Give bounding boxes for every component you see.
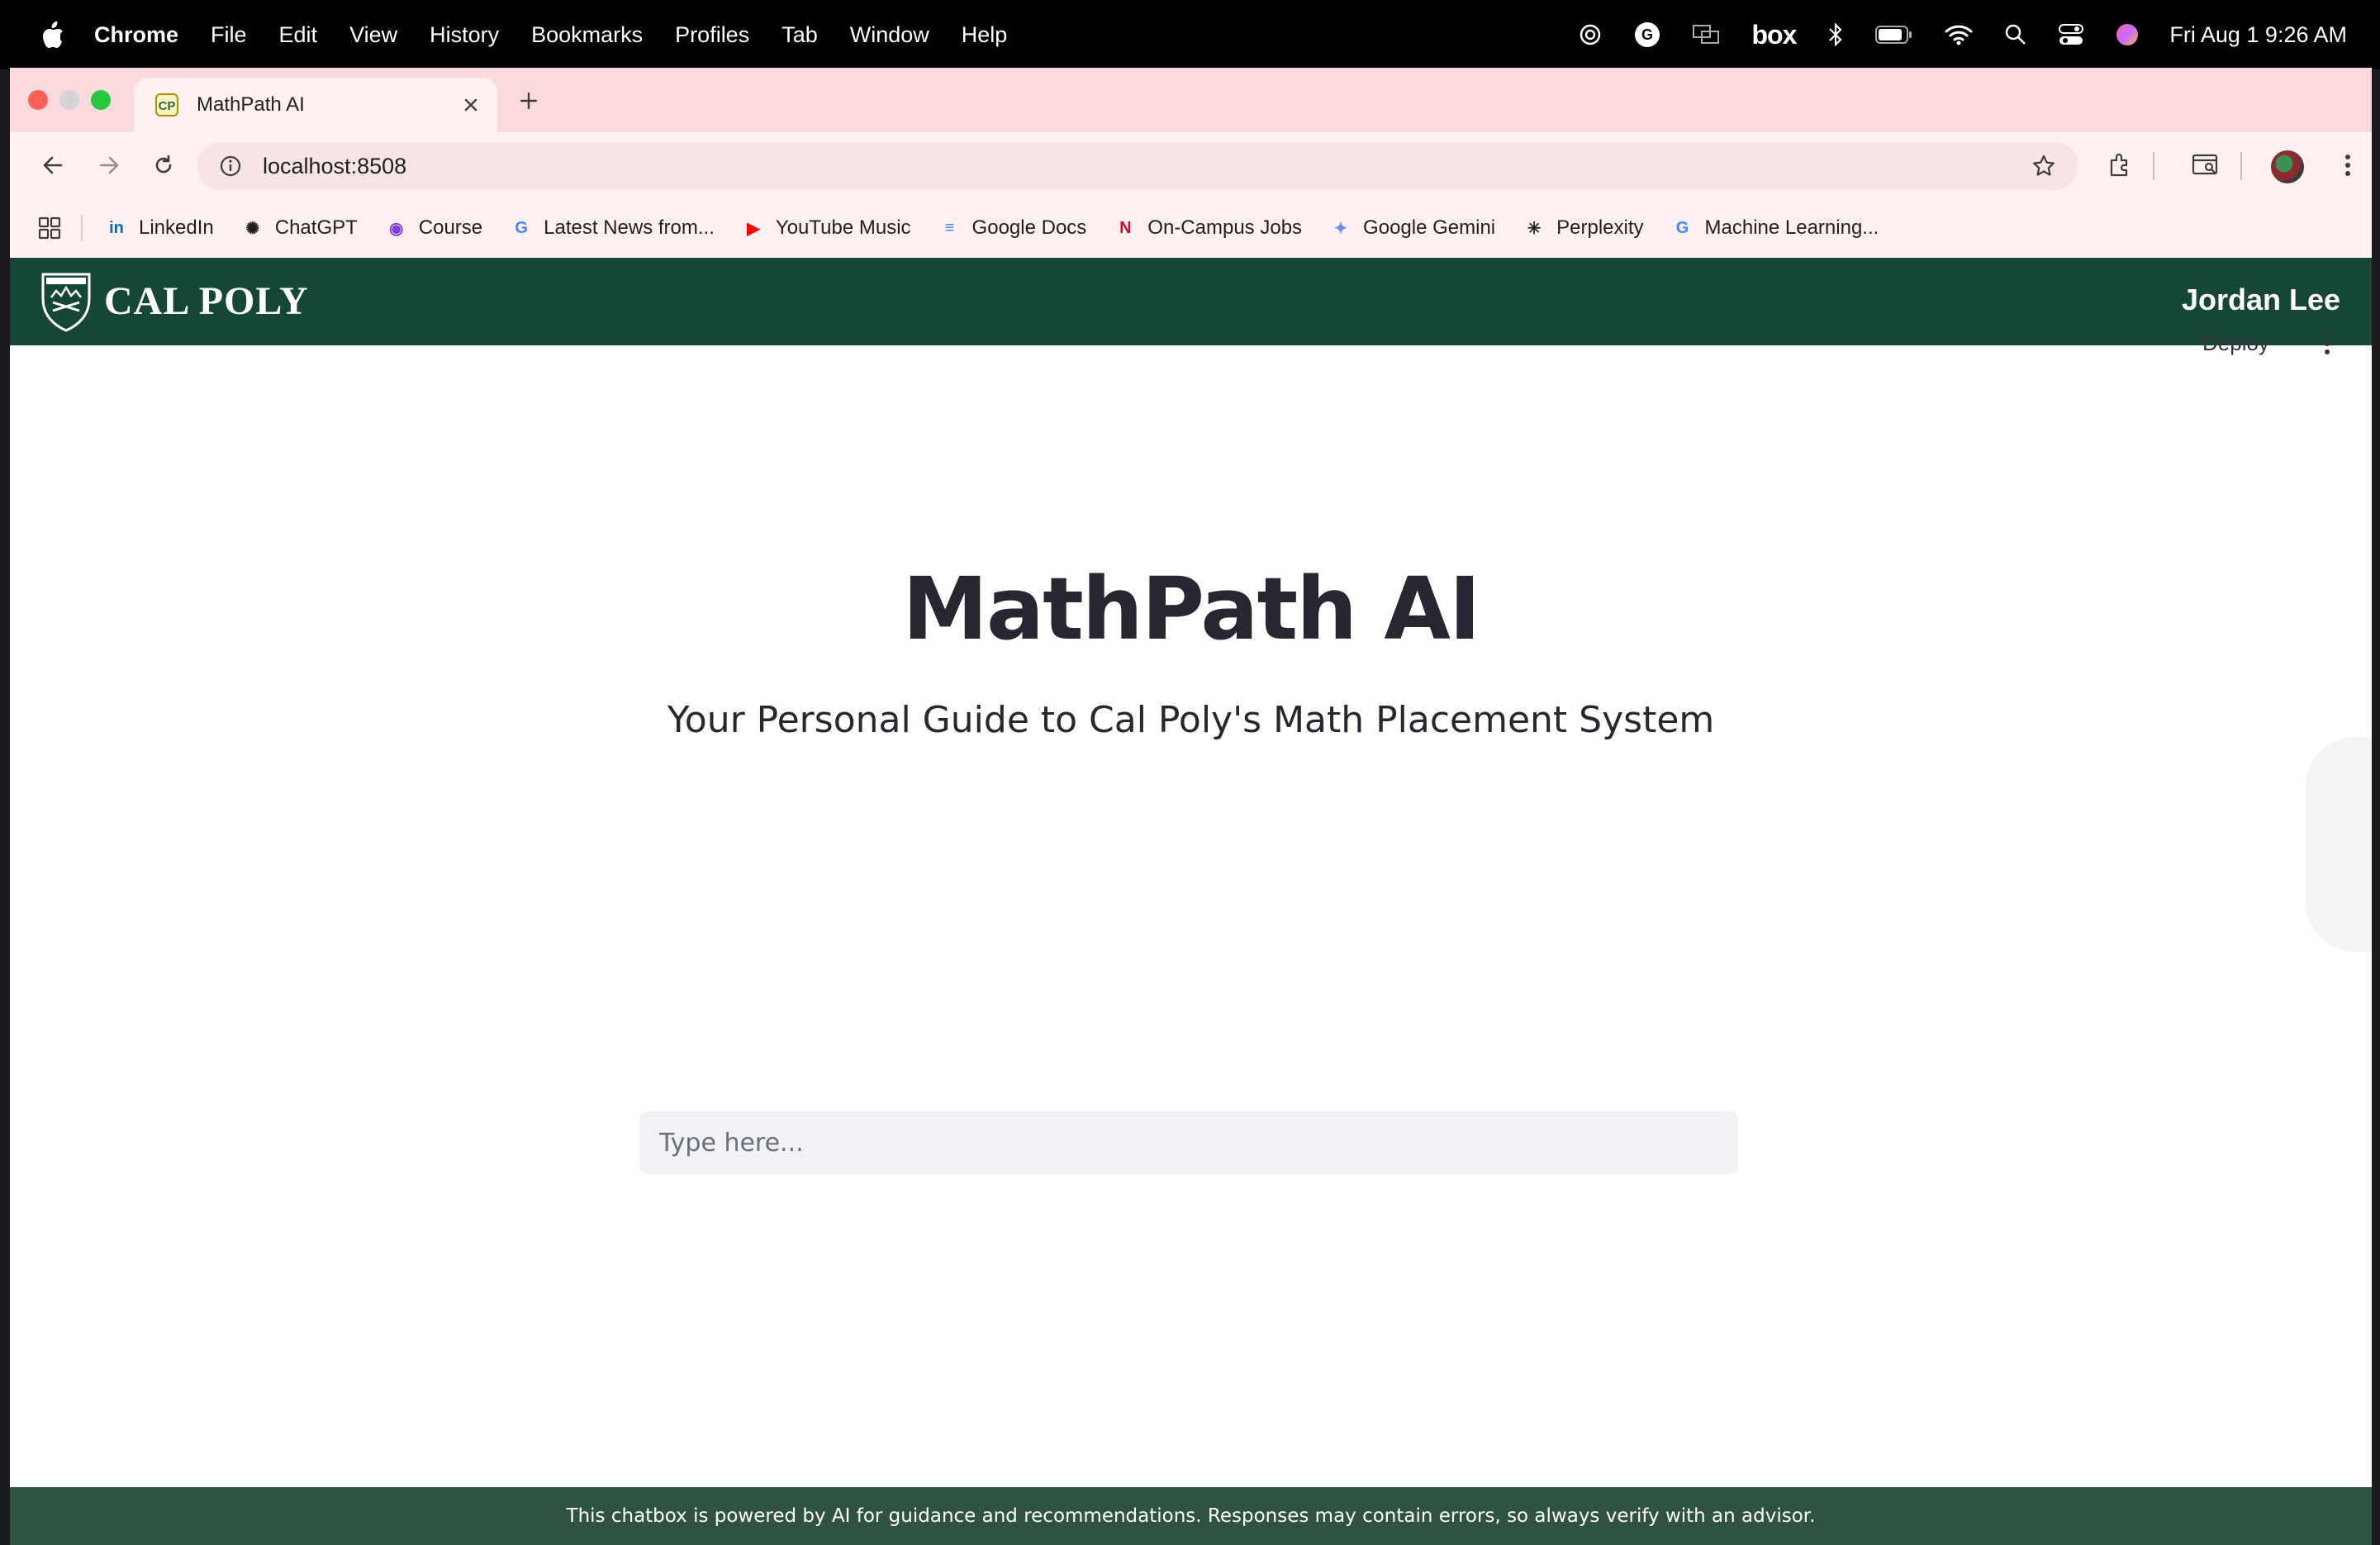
disclaimer-footer: This chatbox is powered by AI for guidan… <box>10 1487 2372 1545</box>
zoom-window-button[interactable] <box>91 90 111 110</box>
site-header: CAL POLY Jordan Lee <box>10 258 2372 345</box>
menu-window[interactable]: Window <box>850 22 929 48</box>
bookmark-item[interactable]: ✺ ChatGPT <box>240 216 358 240</box>
chatgpt-status-icon[interactable] <box>1578 0 1603 69</box>
tab-strip: CP MathPath AI <box>10 68 2372 132</box>
menu-history[interactable]: History <box>430 22 499 48</box>
profile-avatar[interactable] <box>2271 150 2304 183</box>
course-icon: ◉ <box>389 219 404 238</box>
back-icon[interactable] <box>36 149 69 182</box>
page-title: MathPath AI <box>902 559 1480 659</box>
app-menu-icon[interactable] <box>2315 327 2340 360</box>
bookmark-label: LinkedIn <box>139 216 214 239</box>
bookmark-item[interactable]: ✦ Google Gemini <box>1328 216 1495 240</box>
browser-toolbar: localhost:8508 <box>10 132 2372 198</box>
page-content: CAL POLY Jordan Lee Deploy MathPath AI Y… <box>10 258 2372 1545</box>
bookmark-star-icon[interactable] <box>2027 150 2060 183</box>
perplexity-icon: ✳ <box>1527 219 1542 238</box>
status-area: G box Fri Aug 1 9:26 AM <box>1546 0 2347 69</box>
close-window-button[interactable] <box>28 90 48 110</box>
macos-menu-bar: Chrome File Edit View History Bookmarks … <box>0 0 2380 69</box>
menu-file[interactable]: File <box>211 22 247 48</box>
spotlight-search-icon[interactable] <box>2004 0 2027 69</box>
menu-profiles[interactable]: Profiles <box>675 22 749 48</box>
bookmark-item[interactable]: ◉ Course <box>384 216 482 240</box>
grammarly-icon[interactable]: G <box>1634 0 1660 69</box>
handshake-icon: N <box>1119 218 1132 237</box>
chat-input[interactable] <box>639 1111 1738 1174</box>
apps-grid-icon[interactable] <box>36 215 63 241</box>
user-name[interactable]: Jordan Lee <box>2182 283 2340 317</box>
box-icon[interactable]: box <box>1751 0 1797 69</box>
battery-icon[interactable] <box>1875 0 1913 69</box>
bookmark-label: Google Gemini <box>1363 216 1496 239</box>
cal-poly-logo[interactable]: CAL POLY <box>40 269 309 332</box>
bookmarks-bar: in LinkedIn ✺ ChatGPT ◉ Course G Latest News fr… <box>10 198 2372 258</box>
bookmark-label: Perplexity <box>1556 216 1644 239</box>
forward-icon[interactable] <box>93 149 126 182</box>
google-docs-icon: ≡ <box>944 218 955 237</box>
screen-mirroring-icon[interactable] <box>1692 0 1720 69</box>
bookmarks-separator <box>81 215 83 241</box>
menu-edit[interactable]: Edit <box>279 22 318 48</box>
control-center-icon[interactable] <box>2059 0 2084 69</box>
bookmark-item[interactable]: G Latest News from... <box>509 216 715 240</box>
close-tab-icon[interactable] <box>456 90 486 120</box>
wifi-icon[interactable] <box>1945 0 1973 69</box>
bookmark-item[interactable]: ≡ Google Docs <box>938 216 1087 240</box>
bluetooth-icon[interactable] <box>1827 0 1844 69</box>
page-subtitle: Your Personal Guide to Cal Poly's Math P… <box>667 699 1715 741</box>
bookmark-label: YouTube Music <box>775 216 911 239</box>
menu-bookmarks[interactable]: Bookmarks <box>531 22 643 48</box>
google-icon: G <box>1675 218 1689 237</box>
menu-view[interactable]: View <box>349 22 397 48</box>
tab-mathpath-ai[interactable]: CP MathPath AI <box>134 78 497 132</box>
bookmark-label: On-Campus Jobs <box>1147 216 1303 239</box>
browser-window: CP MathPath AI localhost:8508 in LinkedI… <box>10 68 2372 1545</box>
svg-text:G: G <box>1641 26 1653 43</box>
tab-search-icon[interactable] <box>2188 147 2224 183</box>
bookmark-label: Latest News from... <box>544 216 715 239</box>
reload-icon[interactable] <box>147 149 180 182</box>
bookmark-label: Course <box>418 216 483 239</box>
site-info-icon[interactable] <box>216 152 245 180</box>
address-bar[interactable]: localhost:8508 <box>197 142 2078 190</box>
youtube-music-icon: ▶ <box>747 219 760 238</box>
svg-text:CP: CP <box>159 99 176 113</box>
bookmark-label: Machine Learning... <box>1704 216 1879 239</box>
gemini-icon: ✦ <box>1333 219 1348 238</box>
bookmark-item[interactable]: G Machine Learning... <box>1670 216 1879 240</box>
chrome-menu-icon[interactable] <box>2330 147 2366 183</box>
minimize-window-button[interactable] <box>59 90 79 110</box>
extensions-icon[interactable] <box>2102 147 2138 183</box>
menu-bar-clock[interactable]: Fri Aug 1 9:26 AM <box>2169 22 2347 48</box>
menu-tab[interactable]: Tab <box>781 22 818 48</box>
bookmark-label: ChatGPT <box>274 216 358 239</box>
linkedin-icon: in <box>109 218 124 237</box>
bookmark-label: Google Docs <box>971 216 1087 239</box>
toolbar-divider <box>2153 152 2154 180</box>
cal-poly-shield-icon <box>41 273 91 332</box>
url-text[interactable]: localhost:8508 <box>263 154 2027 179</box>
new-tab-icon[interactable] <box>514 86 544 116</box>
menu-chrome[interactable]: Chrome <box>94 22 178 48</box>
cal-poly-wordmark: CAL POLY <box>104 278 309 323</box>
apple-icon[interactable] <box>41 21 64 49</box>
cal-poly-favicon-icon: CP <box>154 92 180 118</box>
toolbar-divider <box>2240 152 2242 180</box>
menu-help[interactable]: Help <box>962 22 1008 48</box>
bookmark-item[interactable]: in LinkedIn <box>104 216 214 240</box>
siri-icon[interactable] <box>2115 0 2140 69</box>
bookmark-item[interactable]: ✳ Perplexity <box>1522 216 1644 240</box>
edge-overlay <box>2306 737 2372 952</box>
chatgpt-icon: ✺ <box>245 219 260 238</box>
deploy-button[interactable]: Deploy <box>2202 330 2269 356</box>
tab-title: MathPath AI <box>197 93 305 116</box>
google-icon: G <box>515 218 528 237</box>
bookmark-item[interactable]: N On-Campus Jobs <box>1113 216 1302 240</box>
disclaimer-text: This chatbox is powered by AI for guidan… <box>566 1505 1816 1527</box>
bookmark-item[interactable]: ▶ YouTube Music <box>741 216 911 240</box>
